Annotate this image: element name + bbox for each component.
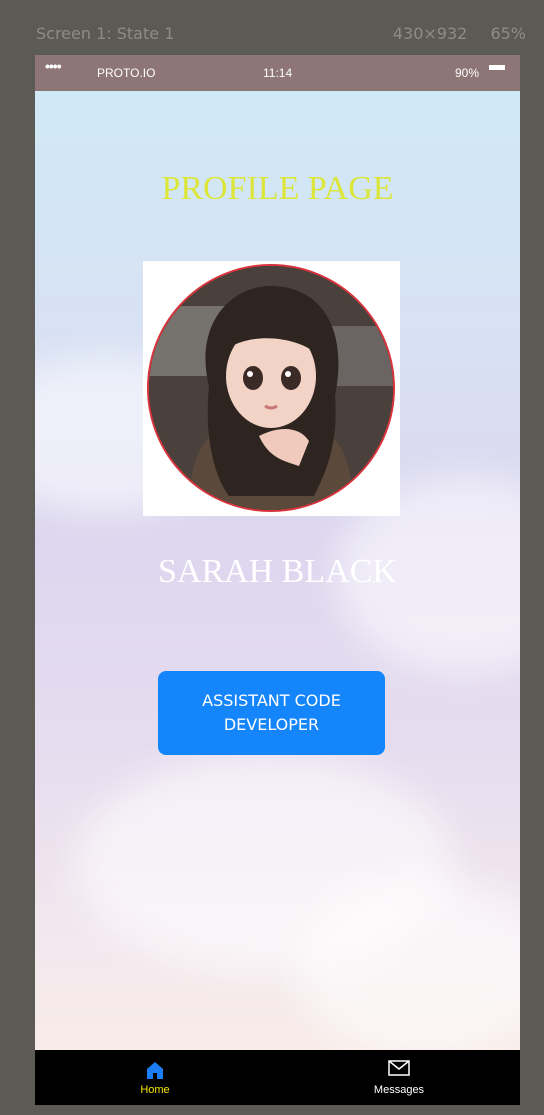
resolution-label: 430×932	[392, 24, 468, 43]
avatar	[143, 261, 400, 516]
signal-dots-icon: ••••	[45, 58, 62, 74]
mail-icon	[388, 1060, 410, 1079]
tab-messages-label: Messages	[373, 1084, 425, 1096]
profile-name: SARAH BLACK	[158, 553, 397, 590]
home-icon	[145, 1060, 165, 1083]
phone-screen: •••• PROTO.IO 11:14 90% PROFILE PAGE SAR…	[35, 55, 520, 1105]
status-bar: •••• PROTO.IO 11:14 90%	[35, 55, 520, 91]
bottom-tab-bar: Home Messages	[35, 1050, 520, 1105]
page-title: PROFILE PAGE	[161, 170, 394, 207]
frame-meta: 430×932 65%	[375, 24, 526, 43]
zoom-label: 65%	[490, 24, 526, 43]
tab-messages[interactable]: Messages	[339, 1050, 459, 1105]
frame-header: Screen 1: State 1 430×932 65%	[36, 24, 526, 46]
clock: 11:14	[263, 66, 293, 80]
carrier-label: PROTO.IO	[97, 66, 156, 80]
role-button[interactable]: ASSISTANT CODE DEVELOPER	[158, 671, 385, 755]
screen-state-label: Screen 1: State 1	[36, 24, 175, 43]
tab-home-label: Home	[140, 1084, 170, 1096]
prototype-frame: Screen 1: State 1 430×932 65% •••• PROTO…	[0, 0, 544, 1115]
tab-home[interactable]: Home	[95, 1050, 215, 1105]
avatar-image	[147, 264, 395, 512]
battery-icon	[489, 65, 505, 70]
avatar-illustration	[149, 266, 393, 510]
battery-percentage: 90%	[455, 66, 480, 80]
